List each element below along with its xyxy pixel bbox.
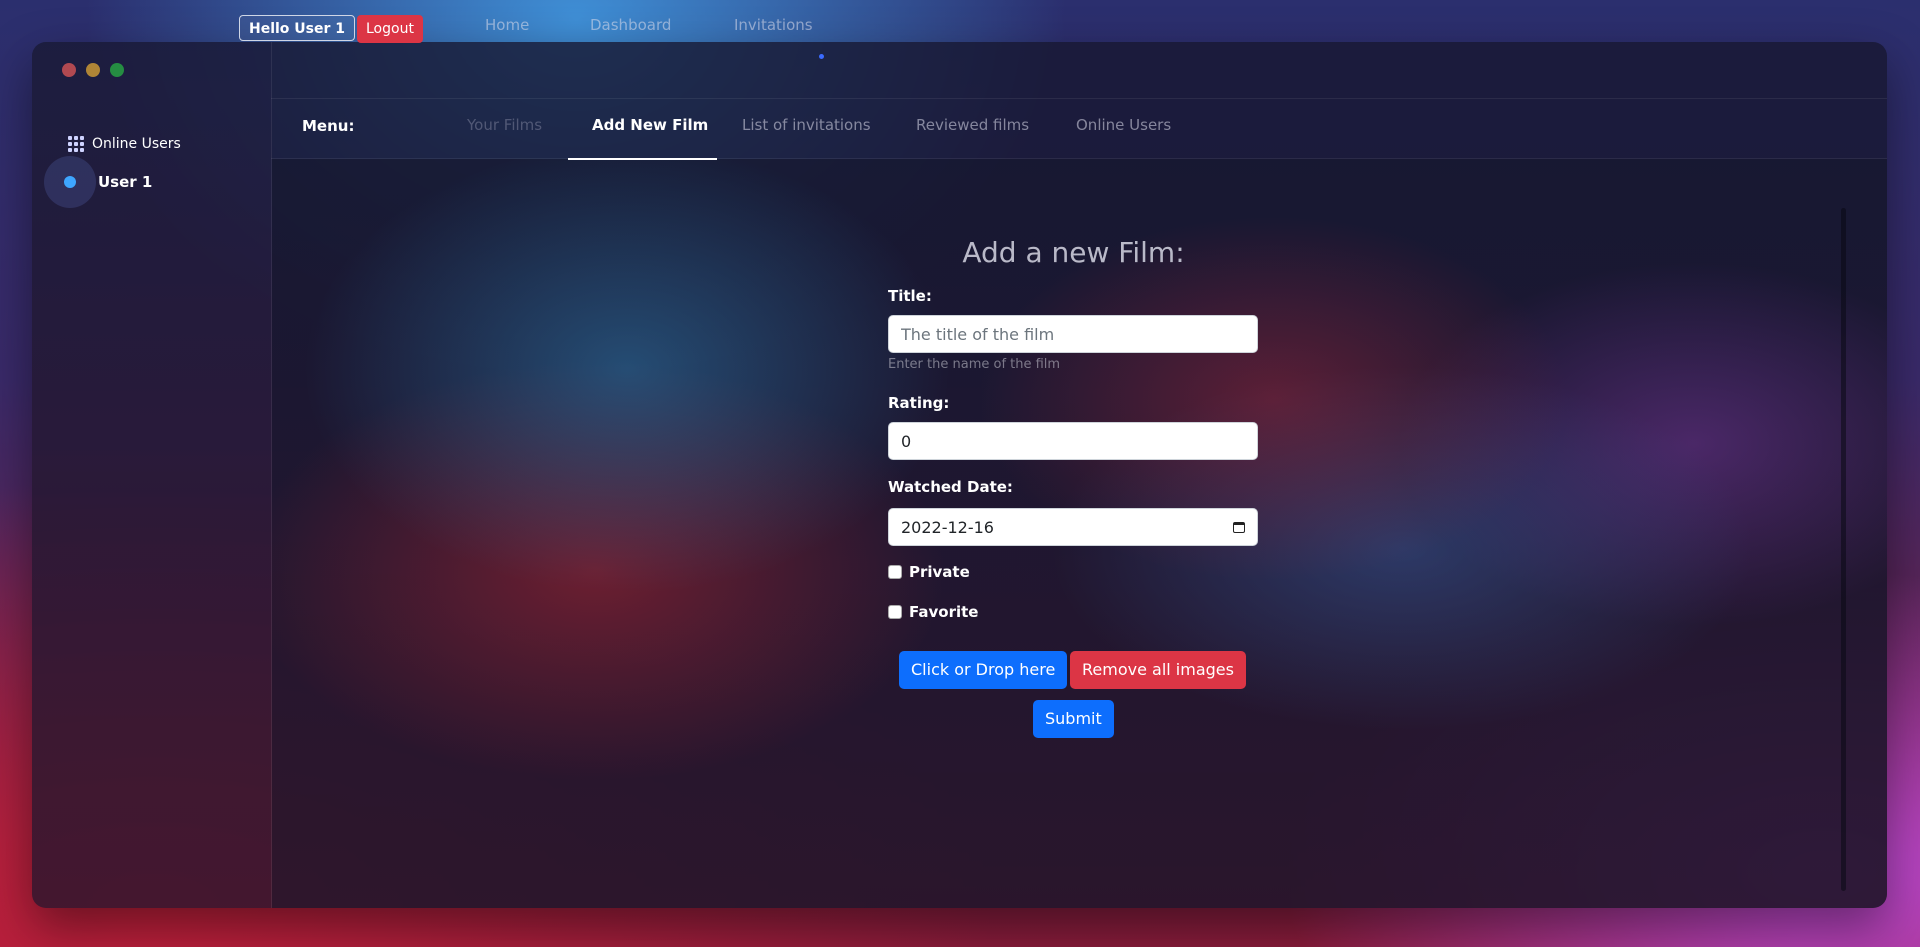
nav-invitations[interactable]: Invitations <box>734 16 813 34</box>
favorite-checkbox[interactable] <box>888 605 902 619</box>
tab-list-of-invitations[interactable]: List of invitations <box>742 116 871 134</box>
favorite-checkbox-row: Favorite <box>888 603 978 621</box>
top-bar <box>271 42 1887 99</box>
private-label: Private <box>909 563 970 581</box>
upload-images-button[interactable]: Click or Drop here <box>899 651 1068 689</box>
online-status-icon <box>64 176 76 188</box>
favorite-label: Favorite <box>909 603 979 621</box>
tab-your-films[interactable]: Your Films <box>467 116 542 134</box>
menu-label: Menu: <box>302 117 355 135</box>
online-user-name: User 1 <box>98 173 153 191</box>
title-label: Title: <box>888 287 932 305</box>
title-input[interactable] <box>888 315 1258 353</box>
online-users-title: Online Users <box>92 136 181 152</box>
nav-dashboard[interactable]: Dashboard <box>590 16 671 34</box>
watched-date-label: Watched Date: <box>888 478 1013 496</box>
user-status-halo <box>44 156 96 208</box>
rating-label: Rating: <box>888 394 950 412</box>
active-tab-indicator <box>568 158 717 160</box>
watched-date-value: 2022-12-16 <box>901 517 994 537</box>
submit-button[interactable]: Submit <box>1033 700 1114 738</box>
tab-reviewed-films[interactable]: Reviewed films <box>916 116 1029 134</box>
content-scrollbar[interactable] <box>1841 208 1846 891</box>
online-user-item[interactable]: User 1 <box>44 156 266 208</box>
app-window: Online Users User 1 <box>32 42 1887 908</box>
form-title: Add a new Film: <box>962 236 1185 269</box>
notification-dot <box>819 54 824 59</box>
online-users-header: Online Users <box>68 136 181 152</box>
private-checkbox[interactable] <box>888 565 902 579</box>
remove-all-images-button[interactable]: Remove all images <box>1070 651 1246 689</box>
title-hint: Enter the name of the film <box>888 357 1061 372</box>
greeting-badge: Hello User 1 <box>239 15 356 41</box>
grid-icon <box>68 136 84 152</box>
nav-home[interactable]: Home <box>485 16 529 34</box>
tab-add-new-film[interactable]: Add New Film <box>592 116 708 134</box>
calendar-icon[interactable] <box>1233 521 1245 533</box>
rating-input[interactable] <box>888 422 1258 460</box>
logout-button[interactable]: Logout <box>357 15 423 43</box>
tab-online-users[interactable]: Online Users <box>1076 116 1171 134</box>
private-checkbox-row: Private <box>888 563 970 581</box>
sidebar: Online Users User 1 <box>32 42 272 908</box>
watched-date-input[interactable]: 2022-12-16 <box>888 508 1258 546</box>
